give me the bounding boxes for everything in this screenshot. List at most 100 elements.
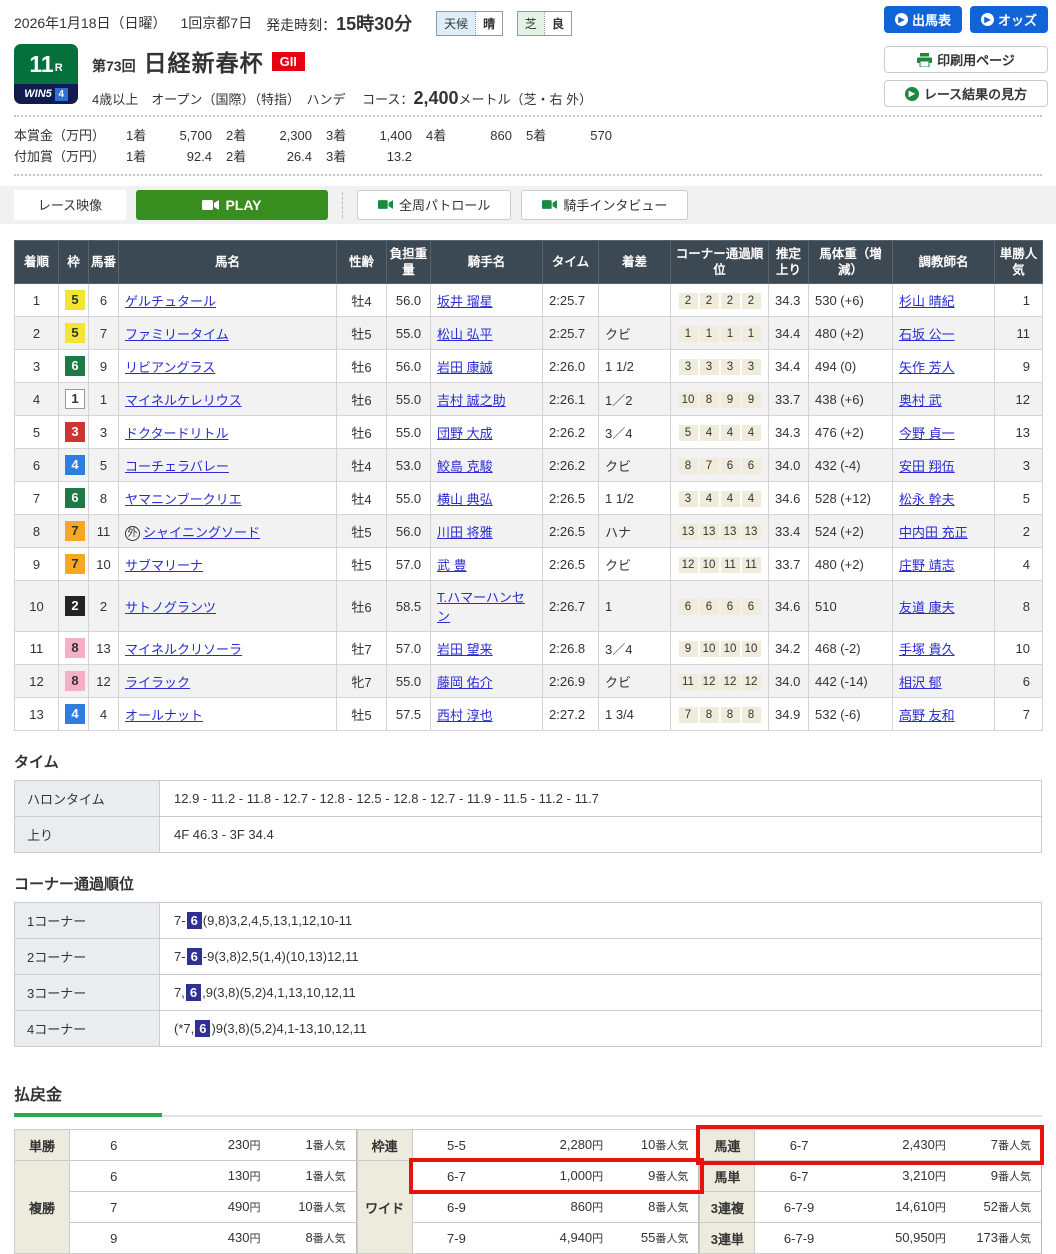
corner-pass-number: 12 [742,674,761,690]
jockey-link[interactable]: 武 豊 [437,558,467,573]
corner-pass-number: 10 [721,641,740,657]
divider [342,192,343,218]
horse-link[interactable]: コーチェラバレー [125,459,229,474]
payout-favorite: 10番人気 [279,1192,357,1223]
carried-weight: 56.0 [387,515,431,548]
trainer-link[interactable]: 中内田 充正 [899,525,968,540]
time-cell: 2:27.2 [543,698,599,731]
weather-label: 天候 [437,12,475,35]
trainer-link[interactable]: 奥村 武 [899,393,942,408]
horse-link[interactable]: サブマリーナ [125,558,203,573]
corner-pass-number: 10 [742,641,761,657]
race-edition: 第73回 [92,56,136,76]
trainer-cell: 奥村 武 [893,383,995,416]
trainer-link[interactable]: 相沢 郁 [899,675,942,690]
horse-link[interactable]: ライラック [125,675,190,690]
horse-weight-cell: 442 (-14) [809,665,893,698]
bracket-badge: 5 [65,323,85,343]
corner-order-cell: 3333 [671,350,769,383]
entries-button[interactable]: ▶出馬表 [884,6,962,33]
trainer-cell: 庄野 靖志 [893,548,995,581]
payout-combination: 6-7-9 [755,1192,843,1223]
odds-button[interactable]: ▶オッズ [970,6,1048,33]
trainer-link[interactable]: 高野 友和 [899,708,955,723]
grade-badge: GII [272,52,305,71]
horse-weight-cell: 438 (+6) [809,383,893,416]
time-cell: 2:26.9 [543,665,599,698]
trainer-link[interactable]: 庄野 靖志 [899,558,955,573]
prize-pair: 1着5,700 [126,125,220,146]
payout-combination: 5-5 [412,1130,500,1161]
horse-link[interactable]: シャイニングソード [143,525,260,540]
horse-link[interactable]: リビアングラス [125,360,215,375]
jockey-link[interactable]: T.ハマーハンセン [437,590,525,624]
horse-number: 10 [89,548,119,581]
carried-weight: 57.0 [387,548,431,581]
results-header-row: 着順枠馬番馬名性齢負担重量騎手名タイム着差コーナー通過順位推定上り馬体重（増減）… [15,240,1043,284]
payout-amount: 1,000円 [500,1161,621,1192]
jockey-link[interactable]: 川田 将雅 [437,525,493,540]
trainer-link[interactable]: 友道 康夫 [899,600,955,615]
horse-link[interactable]: ファミリータイム [125,327,229,342]
corner-pass-number: 11 [721,557,740,573]
jockey-link[interactable]: 藤岡 佑介 [437,675,493,690]
sex-age: 牡7 [337,632,387,665]
horse-number: 3 [89,416,119,449]
bracket-badge: 3 [65,422,85,442]
trainer-link[interactable]: 松永 幹夫 [899,492,955,507]
jockey-link[interactable]: 松山 弘平 [437,327,493,342]
print-page-button[interactable]: 印刷用ページ [884,46,1048,73]
trainer-link[interactable]: 今野 貞一 [899,426,955,441]
payout-amount: 3,210円 [843,1161,964,1192]
arrow-circle-icon: ▶ [895,13,908,26]
payout-combination: 6 [70,1130,158,1161]
trainer-link[interactable]: 矢作 芳人 [899,360,955,375]
jockey-cell: 岩田 望来 [431,632,543,665]
payout-combination: 6-7-9 [755,1223,843,1254]
printer-icon [917,53,932,67]
corner-pass-number: 3 [721,359,740,375]
win-favorite-cell: 9 [995,350,1043,383]
result-row: 9710サブマリーナ牡557.0武 豊2:26.5クビ1210111133.74… [15,548,1043,581]
jockey-link[interactable]: 横山 典弘 [437,492,493,507]
last-3f-cell: 33.7 [769,383,809,416]
race-video-label: レース映像 [14,190,126,220]
horse-number: 11 [89,515,119,548]
horse-name-cell: マイネルクリソーラ [119,632,337,665]
horse-link[interactable]: ドクタードリトル [125,426,228,441]
horse-link[interactable]: オールナット [125,708,203,723]
corner-pass-number: 6 [679,599,698,615]
play-button[interactable]: PLAY [136,190,328,220]
jockey-link[interactable]: 岩田 望来 [437,642,493,657]
corner-pass-number: 13 [721,524,740,540]
corner-pass-number: 1 [742,326,761,342]
results-guide-button[interactable]: ▶レース結果の見方 [884,80,1048,107]
jockey-link[interactable]: 坂井 瑠星 [437,294,493,309]
horse-link[interactable]: サトノグランツ [125,600,216,615]
jockey-interview-button[interactable]: 騎手インタビュー [521,190,688,220]
corner-pass-number: 6 [721,458,740,474]
start-time-value: 15時30分 [336,14,412,34]
corner-order-value: 7-6(9,8)3,2,4,5,13,1,12,10-11 [160,903,1042,939]
horse-number: 1 [89,383,119,416]
payout-favorite: 1番人気 [279,1161,357,1192]
jockey-link[interactable]: 吉村 誠之助 [437,393,506,408]
trainer-link[interactable]: 杉山 晴紀 [899,294,955,309]
jockey-link[interactable]: 西村 淳也 [437,708,493,723]
trainer-cell: 中内田 充正 [893,515,995,548]
jockey-link[interactable]: 岩田 康誠 [437,360,493,375]
horse-name-cell: ライラック [119,665,337,698]
trainer-link[interactable]: 手塚 貴久 [899,642,955,657]
horse-link[interactable]: マイネルケレリウス [125,393,242,408]
trainer-link[interactable]: 安田 翔伍 [899,459,955,474]
result-row: 369リビアングラス牡656.0岩田 康誠2:26.01 1/2333334.4… [15,350,1043,383]
jockey-link[interactable]: 団野 大成 [437,426,493,441]
trainer-link[interactable]: 石坂 公一 [899,327,955,342]
horse-link[interactable]: マイネルクリソーラ [125,642,242,657]
horse-link[interactable]: ヤマニンブークリエ [125,492,242,507]
last-3f-cell: 34.4 [769,317,809,350]
jockey-link[interactable]: 鮫島 克駿 [437,459,493,474]
corner-order-cell: 3444 [671,482,769,515]
patrol-video-button[interactable]: 全周パトロール [357,190,511,220]
horse-link[interactable]: ゲルチュタール [125,294,216,309]
